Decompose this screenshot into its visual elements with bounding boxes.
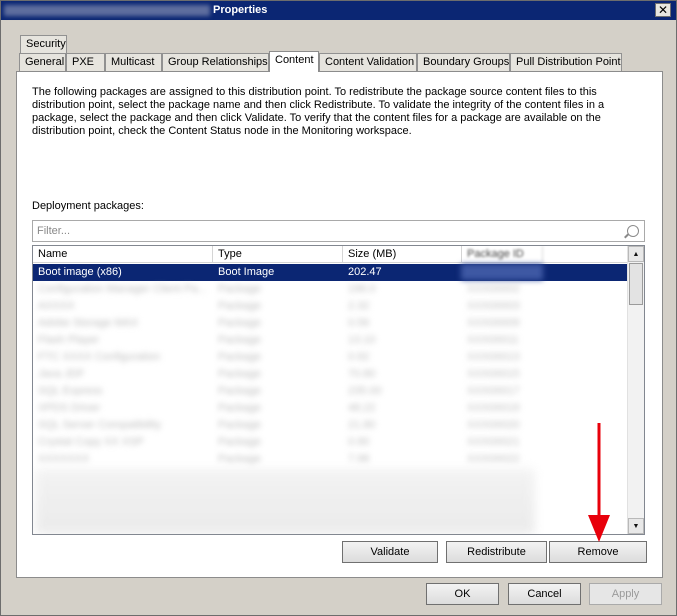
validate-button[interactable]: Validate [342, 541, 438, 563]
content-tab-panel: The following packages are assigned to t… [16, 71, 663, 578]
cell-name: XXXXXXX [38, 453, 90, 465]
scroll-down-arrow-icon[interactable]: ▼ [628, 518, 644, 534]
table-row[interactable]: AXXXX Package 2.32 XXX00003 [33, 298, 628, 315]
redacted-package-id [461, 264, 543, 280]
close-icon[interactable]: ✕ [655, 3, 671, 17]
table-row[interactable]: Adobe Storage MAX Package 0.56 XXX00009 [33, 315, 628, 332]
cell-type: Boot Image [218, 266, 275, 278]
column-name[interactable]: Name [33, 246, 213, 263]
deployment-packages-list[interactable]: Name Type Size (MB) Package ID Boot imag… [32, 245, 645, 535]
cell-name: FTC XXXX Configuration [38, 351, 161, 363]
table-row[interactable]: SQL Server Compatibility Package 21.80 X… [33, 417, 628, 434]
tab-security[interactable]: Security [20, 35, 67, 53]
cell-type: Package [218, 300, 261, 312]
cell-name: AXXXX [38, 300, 75, 312]
cell-name: Flash Player [38, 334, 100, 346]
cell-name: Java JDF [38, 368, 85, 380]
cell-package-id: XXX00003 [467, 300, 520, 312]
cell-type: Package [218, 402, 261, 414]
vertical-scrollbar[interactable]: ▲ ▼ [627, 246, 644, 534]
cell-type: Package [218, 453, 261, 465]
cell-name: SQL Express [38, 385, 103, 397]
cell-type: Package [218, 317, 261, 329]
scroll-thumb[interactable] [629, 263, 643, 305]
ok-button[interactable]: OK [426, 583, 499, 605]
cell-package-id: XXX00020 [467, 419, 520, 431]
column-package-id[interactable]: Package ID [462, 246, 543, 263]
cell-package-id: XXX00019 [467, 402, 520, 414]
redistribute-button[interactable]: Redistribute [446, 541, 547, 563]
cell-size: 196.0 [348, 283, 376, 295]
cell-package-id: XXX00021 [467, 436, 520, 448]
search-icon[interactable] [627, 225, 639, 237]
cell-type: Package [218, 283, 261, 295]
cell-size: 0.56 [348, 317, 370, 329]
table-row[interactable]: Java JDF Package 70.80 XXX00015 [33, 366, 628, 383]
window-title: Properties [213, 4, 268, 16]
cell-size: 0.90 [348, 436, 370, 448]
cell-type: Package [218, 419, 261, 431]
cell-type: Package [218, 436, 261, 448]
cell-size: 0.92 [348, 351, 370, 363]
column-size[interactable]: Size (MB) [343, 246, 462, 263]
filter-box[interactable] [32, 220, 645, 242]
filter-input[interactable] [35, 223, 615, 239]
list-header: Name Type Size (MB) Package ID [33, 246, 628, 263]
cell-package-id: XXX00011 [467, 334, 519, 346]
cell-type: Package [218, 385, 261, 397]
title-bar[interactable]: Properties ✕ [1, 1, 676, 20]
cell-type: Package [218, 368, 261, 380]
tab-content[interactable]: Content [269, 51, 319, 72]
cancel-button[interactable]: Cancel [508, 583, 581, 605]
cell-name: Adobe Storage MAX [38, 317, 139, 329]
red-arrow-annotation [588, 423, 610, 542]
redacted-rows [35, 469, 535, 534]
cell-size: 235.00 [348, 385, 382, 397]
table-row[interactable]: Crystal Copy XX XSP Package 0.90 XXX0002… [33, 434, 628, 451]
column-type[interactable]: Type [213, 246, 343, 263]
tab-general[interactable]: General [19, 53, 66, 71]
content-description: The following packages are assigned to t… [32, 86, 605, 137]
table-row[interactable]: FTC XXXX Configuration Package 0.92 XXX0… [33, 349, 628, 366]
tab-group-relationships[interactable]: Group Relationships [162, 53, 269, 71]
cell-type: Package [218, 334, 261, 346]
cell-size: 202.47 [348, 266, 382, 278]
table-row[interactable]: XPDS Driver Package 48.22 XXX00019 [33, 400, 628, 417]
cell-package-id: XXX00015 [467, 368, 520, 380]
tab-pull-distribution-point[interactable]: Pull Distribution Point [510, 53, 622, 71]
cell-name: Boot image (x86) [38, 266, 122, 278]
cell-size: 21.80 [348, 419, 376, 431]
properties-dialog: Properties ✕ Security General PXE Multic… [0, 0, 677, 616]
table-row[interactable]: XXXXXXX Package 7.98 XXX00022 [33, 451, 628, 468]
cell-package-id: XXX00022 [467, 453, 520, 465]
cell-size: 13.10 [348, 334, 376, 346]
cell-package-id: XXX00009 [467, 317, 520, 329]
cell-size: 70.80 [348, 368, 376, 380]
scroll-up-arrow-icon[interactable]: ▲ [628, 246, 644, 262]
tab-content-validation[interactable]: Content Validation [319, 53, 417, 71]
cell-package-id: XXX00013 [467, 351, 520, 363]
table-row[interactable]: Configuration Manager Client Pa... Packa… [33, 281, 628, 298]
cell-type: Package [218, 351, 261, 363]
cell-size: 2.32 [348, 300, 370, 312]
redacted-server-name [4, 5, 210, 16]
table-row[interactable]: SQL Express Package 235.00 XXX00017 [33, 383, 628, 400]
cell-name: XPDS Driver [38, 402, 101, 414]
cell-package-id: XXX00017 [467, 385, 520, 397]
cell-size: 7.98 [348, 453, 370, 465]
cell-package-id: XXX00002 [467, 283, 520, 295]
cell-name: Configuration Manager Client Pa... [38, 283, 207, 295]
cell-size: 48.22 [348, 402, 376, 414]
deployment-packages-label: Deployment packages: [32, 200, 144, 212]
tab-boundary-groups[interactable]: Boundary Groups [417, 53, 510, 71]
apply-button[interactable]: Apply [589, 583, 662, 605]
cell-name: SQL Server Compatibility [38, 419, 162, 431]
tab-pxe[interactable]: PXE [66, 53, 105, 71]
remove-button[interactable]: Remove [549, 541, 647, 563]
cell-name: Crystal Copy XX XSP [38, 436, 144, 448]
tab-multicast[interactable]: Multicast [105, 53, 162, 71]
table-row[interactable]: Flash Player Package 13.10 XXX00011 [33, 332, 628, 349]
